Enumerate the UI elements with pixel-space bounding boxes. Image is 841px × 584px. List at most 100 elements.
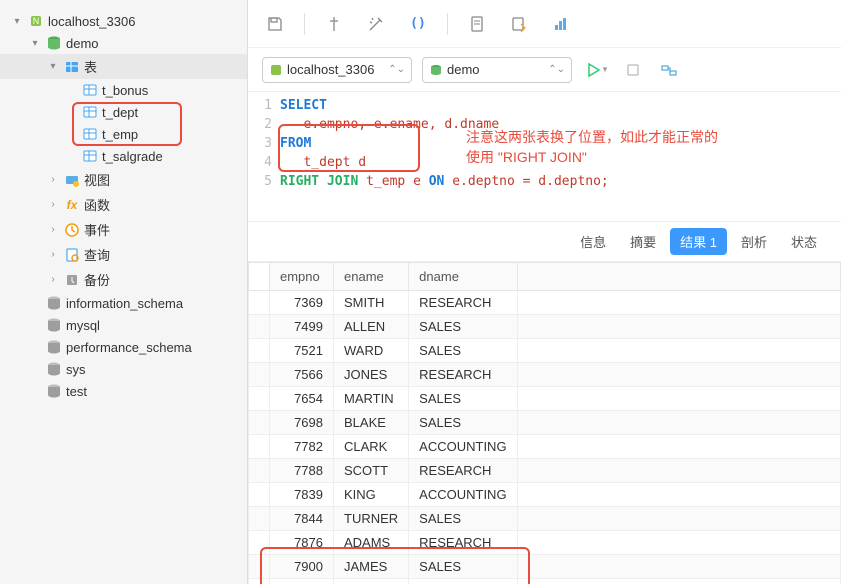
explain-button[interactable] [656, 57, 682, 83]
stop-button[interactable] [620, 57, 646, 83]
chevron-right-icon[interactable]: › [46, 248, 60, 262]
row-marker-col [249, 263, 270, 291]
result-tab[interactable]: 结果 1 [670, 228, 727, 255]
database-icon [429, 63, 443, 77]
result-tab[interactable]: 信息 [570, 228, 616, 255]
column-header[interactable]: dname [409, 263, 517, 291]
svg-text:N: N [33, 16, 40, 26]
cell-dname: RESEARCH [409, 291, 517, 315]
tables-group[interactable]: ▾ 表 [0, 54, 247, 79]
wand-button[interactable] [363, 11, 389, 37]
save-button[interactable] [262, 11, 288, 37]
table-node[interactable]: ▸t_salgrade [0, 145, 247, 167]
database-icon [46, 35, 62, 51]
tree-group-query[interactable]: › 查询 [0, 242, 247, 267]
column-header[interactable]: ename [334, 263, 409, 291]
connection-node[interactable]: ▾ N localhost_3306 [0, 10, 247, 32]
sql-editor[interactable]: 12345 SELECT e.empno, e.ename, d.dname F… [248, 92, 841, 222]
database-node-demo[interactable]: ▾ demo [0, 32, 247, 54]
chevron-down-icon[interactable]: ▾ [28, 36, 42, 50]
cell-empno: 7900 [270, 555, 334, 579]
cell-dname: RESEARCH [409, 363, 517, 387]
cell-dname: ACCOUNTING [409, 435, 517, 459]
column-header[interactable]: empno [270, 263, 334, 291]
run-button[interactable]: ▾ [582, 57, 610, 83]
connection-selector[interactable]: localhost_3306 ⌃⌄ [262, 57, 412, 83]
table-row[interactable]: 7900JAMESSALES [249, 555, 841, 579]
cell-ename: SCOTT [334, 459, 409, 483]
table-row[interactable]: 7902FORDRESEARCH [249, 579, 841, 584]
document-button[interactable] [464, 11, 490, 37]
table-row[interactable]: 7521WARDSALES [249, 339, 841, 363]
brackets-button[interactable]: () [405, 11, 431, 37]
tree-group-event[interactable]: › 事件 [0, 217, 247, 242]
cell-empno: 7876 [270, 531, 334, 555]
export-button[interactable] [506, 11, 532, 37]
tree-group-label: 查询 [84, 245, 110, 264]
cell-empno: 7788 [270, 459, 334, 483]
database-node[interactable]: ▸mysql [0, 314, 247, 336]
table-row[interactable]: 7566JONESRESEARCH [249, 363, 841, 387]
db-label: mysql [66, 318, 100, 333]
database-icon [46, 383, 62, 399]
tree-group-label: 函数 [84, 195, 110, 214]
database-node[interactable]: ▸test [0, 380, 247, 402]
cell-empno: 7499 [270, 315, 334, 339]
connection-label: localhost_3306 [287, 62, 382, 77]
database-connection-icon: N [28, 13, 44, 29]
tree-group-backup[interactable]: ›备份 [0, 267, 247, 292]
table-node[interactable]: ▸t_dept [0, 101, 247, 123]
cell-empno: 7698 [270, 411, 334, 435]
db-label: test [66, 384, 87, 399]
table-label: t_dept [102, 105, 138, 120]
cell-dname: SALES [409, 315, 517, 339]
cell-empno: 7654 [270, 387, 334, 411]
table-row[interactable]: 7788SCOTTRESEARCH [249, 459, 841, 483]
table-row[interactable]: 7654MARTINSALES [249, 387, 841, 411]
table-row[interactable]: 7698BLAKESALES [249, 411, 841, 435]
cell-ename: BLAKE [334, 411, 409, 435]
table-label: t_salgrade [102, 149, 163, 164]
table-row[interactable]: 7839KINGACCOUNTING [249, 483, 841, 507]
view-icon [64, 172, 80, 188]
cell-ename: ADAMS [334, 531, 409, 555]
format-button[interactable] [321, 11, 347, 37]
chevron-right-icon[interactable]: › [46, 173, 60, 187]
table-row[interactable]: 7369SMITHRESEARCH [249, 291, 841, 315]
connection-toolbar: localhost_3306 ⌃⌄ demo ⌃⌄ ▾ [248, 48, 841, 92]
table-row[interactable]: 7844TURNERSALES [249, 507, 841, 531]
table-row[interactable]: 7499ALLENSALES [249, 315, 841, 339]
cell-empno: 7521 [270, 339, 334, 363]
tree-group-fx[interactable]: ›fx函数 [0, 192, 247, 217]
chevron-right-icon[interactable]: › [46, 273, 60, 287]
chevron-down-icon[interactable]: ▾ [10, 14, 24, 28]
table-node[interactable]: ▸t_bonus [0, 79, 247, 101]
tree-group-view[interactable]: ›视图 [0, 167, 247, 192]
table-node[interactable]: ▸t_emp [0, 123, 247, 145]
database-node[interactable]: ▸performance_schema [0, 336, 247, 358]
database-selector[interactable]: demo ⌃⌄ [422, 57, 572, 83]
tree-group-label: 事件 [84, 220, 110, 239]
chevron-down-icon[interactable]: ▾ [46, 60, 60, 74]
database-icon [46, 361, 62, 377]
table-icon [82, 126, 98, 142]
database-node[interactable]: ▸information_schema [0, 292, 247, 314]
table-icon [82, 148, 98, 164]
cell-ename: CLARK [334, 435, 409, 459]
result-tab[interactable]: 状态 [781, 228, 827, 255]
result-tab[interactable]: 剖析 [731, 228, 777, 255]
cell-empno: 7839 [270, 483, 334, 507]
results-table[interactable]: empno ename dname 7369SMITHRESEARCH7499A… [248, 262, 841, 584]
cell-ename: KING [334, 483, 409, 507]
chevron-right-icon[interactable]: › [46, 198, 60, 212]
table-group-icon [64, 59, 80, 75]
table-row[interactable]: 7876ADAMSRESEARCH [249, 531, 841, 555]
database-node[interactable]: ▸sys [0, 358, 247, 380]
column-spacer [517, 263, 840, 291]
cell-ename: JAMES [334, 555, 409, 579]
chevron-right-icon[interactable]: › [46, 223, 60, 237]
result-tab[interactable]: 摘要 [620, 228, 666, 255]
cell-ename: ALLEN [334, 315, 409, 339]
table-row[interactable]: 7782CLARKACCOUNTING [249, 435, 841, 459]
chart-button[interactable] [548, 11, 574, 37]
